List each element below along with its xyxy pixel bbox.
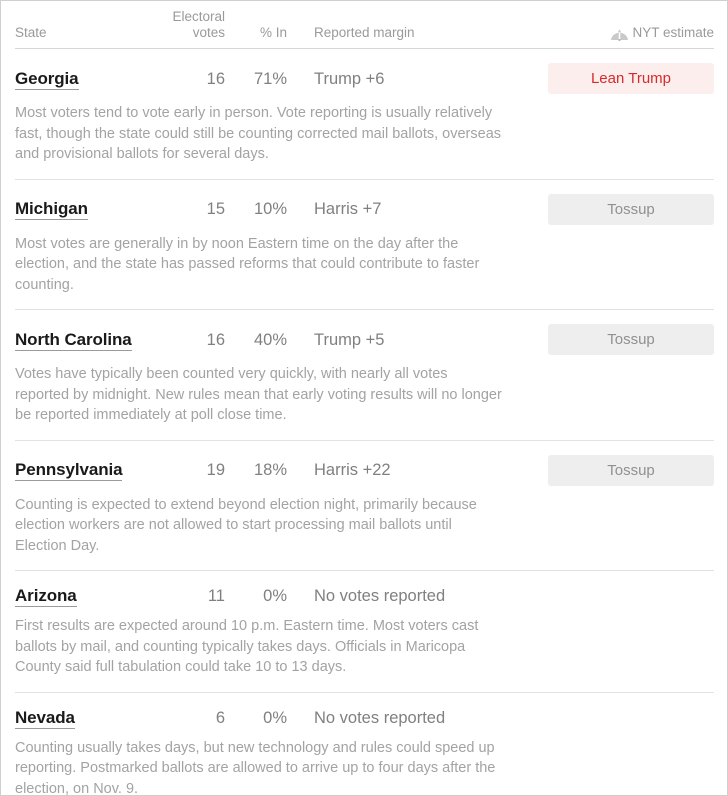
table-row: Pennsylvania 19 18% Harris +22 Tossup Co… xyxy=(15,441,714,571)
nyt-estimate-cell: Tossup xyxy=(548,193,714,225)
column-header-percent-in: % In xyxy=(259,25,287,40)
state-link[interactable]: Pennsylvania xyxy=(15,460,123,481)
table-body: Georgia 16 71% Trump +6 Lean Trump Most … xyxy=(15,49,714,796)
status-badge[interactable]: Tossup xyxy=(548,454,714,486)
state-link[interactable]: Arizona xyxy=(15,586,77,607)
percent-in-cell: 10% xyxy=(253,200,287,218)
column-header-state: State xyxy=(15,25,47,40)
percent-in-cell: 40% xyxy=(253,330,287,349)
state-cell: North Carolina xyxy=(15,329,167,351)
percent-in-cell: 0% xyxy=(263,587,287,605)
reported-margin-cell: Harris +7 xyxy=(314,200,382,218)
election-table-screen: State Electoral votes % In Reported marg… xyxy=(0,0,728,796)
reported-margin-cell: Trump +5 xyxy=(314,330,385,349)
electoral-votes-cell: 15 xyxy=(206,200,225,218)
results-table: State Electoral votes % In Reported marg… xyxy=(1,1,727,796)
percent-in-cell: 18% xyxy=(253,461,287,479)
table-row: North Carolina 16 40% Trump +5 Tossup Vo… xyxy=(15,310,714,441)
table-row: Nevada 6 0% No votes reported Counting u… xyxy=(15,693,714,796)
state-cell: Arizona xyxy=(15,585,167,607)
state-cell: Nevada xyxy=(15,707,167,729)
reported-margin-cell: No votes reported xyxy=(314,587,446,605)
percent-in-cell: 71% xyxy=(253,69,287,88)
table-row-main: Nevada 6 0% No votes reported xyxy=(15,693,714,729)
state-note: Most votes are generally in by noon East… xyxy=(15,235,480,293)
column-header-electoral-votes: Electoral votes xyxy=(172,9,225,40)
state-note: Counting usually takes days, but new tec… xyxy=(15,739,496,796)
nyt-estimate-cell xyxy=(548,590,714,602)
percent-in-cell: 0% xyxy=(263,708,287,727)
state-cell: Pennsylvania xyxy=(15,459,167,481)
table-row: Georgia 16 71% Trump +6 Lean Trump Most … xyxy=(15,49,714,180)
status-badge[interactable]: Tossup xyxy=(548,193,714,225)
nyt-estimate-cell: Tossup xyxy=(548,324,714,355)
state-note: First results are expected around 10 p.m… xyxy=(15,618,479,675)
state-note: Counting is expected to extend beyond el… xyxy=(15,496,477,554)
state-cell: Michigan xyxy=(15,198,167,220)
column-header-nyt-estimate-label: NYT estimate xyxy=(632,25,714,40)
table-row-main: Pennsylvania 19 18% Harris +22 Tossup xyxy=(15,441,714,486)
state-link[interactable]: Nevada xyxy=(15,707,75,729)
state-link[interactable]: Georgia xyxy=(15,68,79,90)
state-note: Votes have typically been counted very q… xyxy=(15,366,502,423)
status-badge[interactable]: Lean Trump xyxy=(548,63,714,94)
state-note: Most voters tend to vote early in person… xyxy=(15,105,502,162)
table-header-row: State Electoral votes % In Reported marg… xyxy=(15,1,714,48)
reported-margin-cell: No votes reported xyxy=(314,708,446,727)
reported-margin-cell: Harris +22 xyxy=(314,461,391,479)
status-badge[interactable]: Tossup xyxy=(548,324,714,355)
state-link[interactable]: Michigan xyxy=(15,199,88,220)
status-badge xyxy=(548,712,714,724)
table-row-main: Arizona 11 0% No votes reported xyxy=(15,571,714,607)
electoral-votes-cell: 19 xyxy=(206,461,225,479)
table-row-main: Michigan 15 10% Harris +7 Tossup xyxy=(15,180,714,225)
nyt-estimate-cell: Lean Trump xyxy=(548,63,714,94)
table-row-main: North Carolina 16 40% Trump +5 Tossup xyxy=(15,310,714,355)
reported-margin-cell: Trump +6 xyxy=(314,69,385,88)
nyt-estimate-cell xyxy=(548,712,714,724)
electoral-votes-cell: 16 xyxy=(206,69,225,88)
table-row: Arizona 11 0% No votes reported First re… xyxy=(15,571,714,693)
gauge-icon xyxy=(610,27,629,42)
nyt-estimate-cell: Tossup xyxy=(548,454,714,486)
state-link[interactable]: North Carolina xyxy=(15,329,132,351)
table-row: Michigan 15 10% Harris +7 Tossup Most vo… xyxy=(15,180,714,310)
status-badge xyxy=(548,590,714,602)
state-cell: Georgia xyxy=(15,68,167,90)
electoral-votes-cell: 16 xyxy=(206,330,225,349)
electoral-votes-cell: 6 xyxy=(215,708,225,727)
electoral-votes-cell: 11 xyxy=(207,587,225,605)
table-row-main: Georgia 16 71% Trump +6 Lean Trump xyxy=(15,49,714,94)
column-header-reported-margin: Reported margin xyxy=(314,25,415,40)
column-header-nyt-estimate: NYT estimate xyxy=(548,25,714,42)
